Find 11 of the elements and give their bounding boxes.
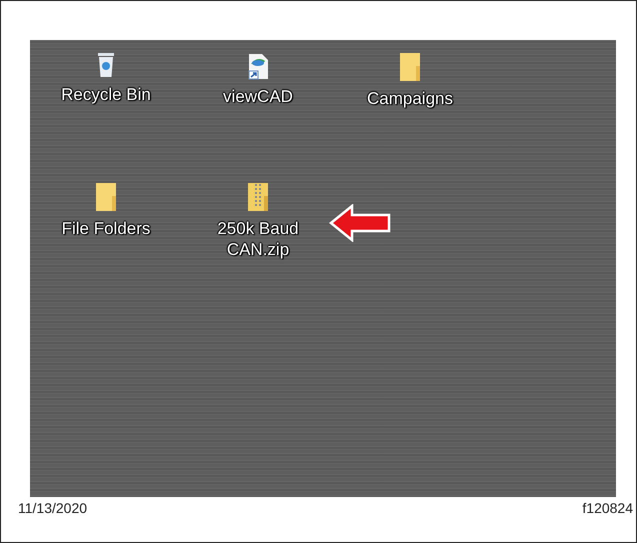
zip-folder-icon	[246, 182, 270, 212]
icon-label[interactable]: Campaigns	[367, 88, 453, 109]
icon-label[interactable]: Recycle Bin	[61, 84, 151, 105]
figure-id: f120824	[582, 500, 633, 516]
recycle-bin-icon	[96, 52, 116, 78]
folder-icon	[94, 182, 118, 212]
icon-label[interactable]: 250k Baud CAN.zip	[206, 218, 310, 260]
date-text: 11/13/2020	[18, 500, 88, 516]
folder-icon	[398, 52, 422, 82]
icon-label[interactable]: File Folders	[62, 218, 150, 239]
icon-label[interactable]: viewCAD	[223, 86, 293, 107]
